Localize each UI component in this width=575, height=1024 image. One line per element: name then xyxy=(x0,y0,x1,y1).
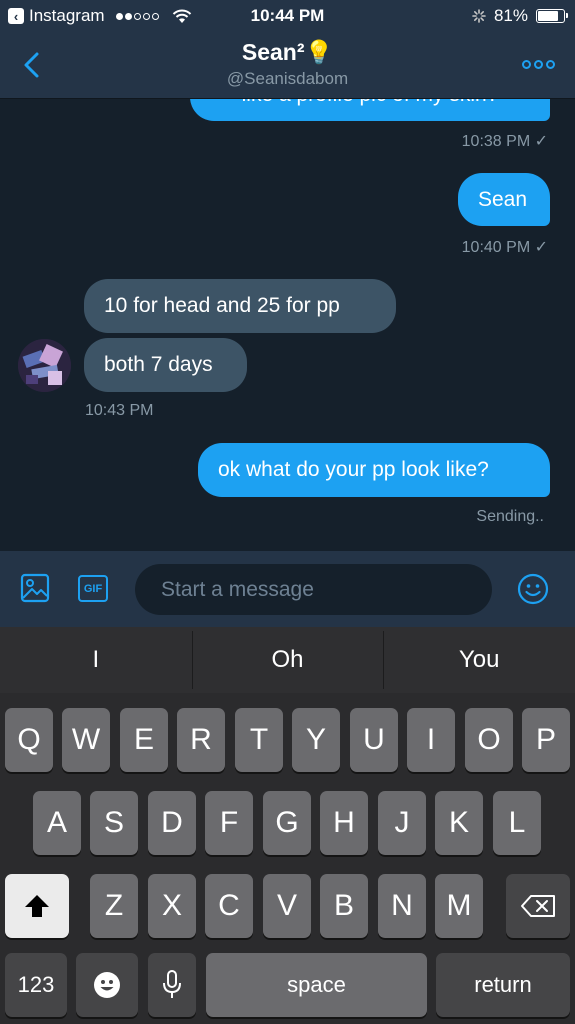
suggestion-item[interactable]: I xyxy=(0,627,192,693)
key-e[interactable]: E xyxy=(120,708,168,772)
battery-percentage: 81% xyxy=(493,6,528,25)
key-m[interactable]: M xyxy=(435,874,483,938)
key-k[interactable]: K xyxy=(435,791,483,855)
contact-avatar[interactable] xyxy=(18,339,71,392)
key-u[interactable]: U xyxy=(350,708,398,772)
keyboard: I Oh You Q W E R T Y U I O P A S D F G H… xyxy=(0,627,575,1024)
message-timestamp: 10:40 PM ✓ xyxy=(461,239,548,256)
key-c[interactable]: C xyxy=(205,874,253,938)
sent-message[interactable]: Sean xyxy=(458,173,550,226)
microphone-icon xyxy=(163,970,181,998)
key-a[interactable]: A xyxy=(33,791,81,855)
message-timestamp: 10:43 PM xyxy=(85,402,154,419)
key-d[interactable]: D xyxy=(148,791,196,855)
key-z[interactable]: Z xyxy=(90,874,138,938)
key-t[interactable]: T xyxy=(235,708,283,772)
message-thread[interactable]: like a profile pic of my skin? 10:38 PM … xyxy=(0,99,575,551)
status-bar: ‹ Instagram 10:44 PM 81% xyxy=(0,0,575,34)
conversation-header: Sean²💡 @Seanisdabom xyxy=(0,34,575,99)
key-g[interactable]: G xyxy=(263,791,311,855)
message-input[interactable]: Start a message xyxy=(135,564,492,615)
signal-strength-icon xyxy=(115,12,159,20)
key-f[interactable]: F xyxy=(205,791,253,855)
key-v[interactable]: V xyxy=(263,874,311,938)
suggestion-item[interactable]: Oh xyxy=(191,627,384,693)
gif-label: GIF xyxy=(83,582,103,595)
key-b[interactable]: B xyxy=(320,874,368,938)
more-options-icon[interactable] xyxy=(522,60,555,69)
back-app-label[interactable]: Instagram xyxy=(29,6,105,26)
key-s[interactable]: S xyxy=(90,791,138,855)
key-r[interactable]: R xyxy=(177,708,225,772)
return-key[interactable]: return xyxy=(436,953,570,1017)
key-j[interactable]: J xyxy=(378,791,426,855)
backspace-icon xyxy=(521,895,555,917)
battery-icon xyxy=(536,9,568,23)
contact-handle[interactable]: @Seanisdabom xyxy=(0,69,575,89)
sending-status: Sending.. xyxy=(476,508,544,525)
emoji-face-icon xyxy=(94,972,120,998)
received-message[interactable]: both 7 days xyxy=(84,338,247,392)
shift-arrow-icon xyxy=(25,895,49,917)
key-x[interactable]: X xyxy=(148,874,196,938)
delete-key[interactable] xyxy=(506,874,570,938)
loading-spinner-icon xyxy=(472,9,486,23)
key-y[interactable]: Y xyxy=(292,708,340,772)
numbers-key[interactable]: 123 xyxy=(5,953,67,1017)
key-l[interactable]: L xyxy=(493,791,541,855)
key-i[interactable]: I xyxy=(407,708,455,772)
sent-message[interactable]: ok what do your pp look like? xyxy=(198,443,550,497)
contact-name[interactable]: Sean²💡 xyxy=(0,39,575,66)
key-n[interactable]: N xyxy=(378,874,426,938)
back-to-app-icon[interactable]: ‹ xyxy=(8,8,24,24)
emoji-icon[interactable] xyxy=(517,573,549,605)
quicktype-bar: I Oh You xyxy=(0,627,575,693)
wifi-icon xyxy=(172,9,191,23)
shift-key[interactable] xyxy=(5,874,69,938)
sent-message[interactable]: like a profile pic of my skin? xyxy=(190,99,550,121)
key-o[interactable]: O xyxy=(465,708,513,772)
message-composer: GIF Start a message xyxy=(0,551,575,627)
emoji-keyboard-key[interactable] xyxy=(76,953,138,1017)
message-timestamp: 10:38 PM ✓ xyxy=(461,133,548,150)
received-message[interactable]: 10 for head and 25 for pp xyxy=(84,279,396,333)
key-w[interactable]: W xyxy=(62,708,110,772)
key-p[interactable]: P xyxy=(522,708,570,772)
space-key[interactable]: space xyxy=(206,953,427,1017)
gif-button[interactable]: GIF xyxy=(78,575,108,602)
key-h[interactable]: H xyxy=(320,791,368,855)
image-icon[interactable] xyxy=(20,573,50,603)
dictation-key[interactable] xyxy=(148,953,196,1017)
suggestion-item[interactable]: You xyxy=(383,627,575,693)
key-q[interactable]: Q xyxy=(5,708,53,772)
